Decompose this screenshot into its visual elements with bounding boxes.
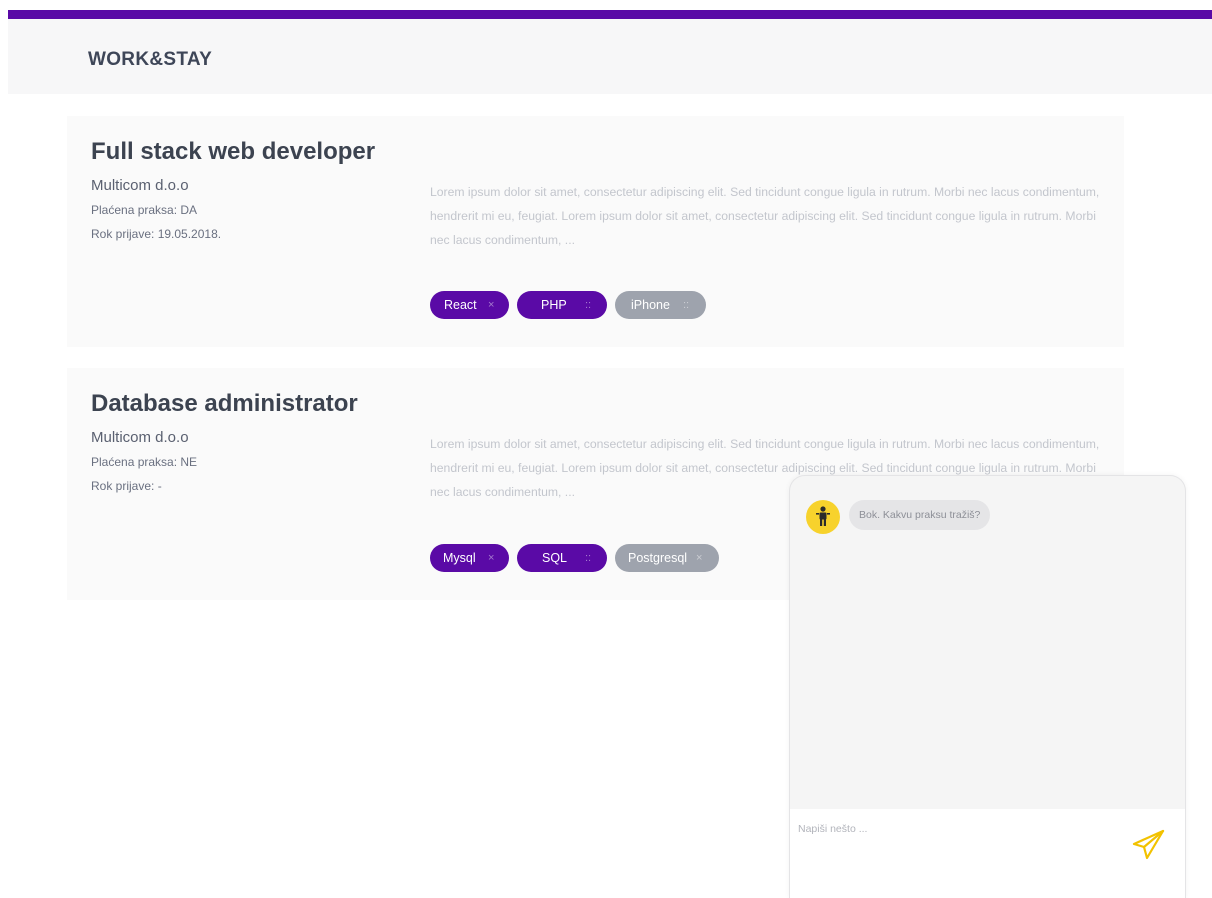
application-deadline: Rok prijave: - (91, 479, 162, 493)
job-title[interactable]: Full stack web developer (91, 138, 375, 166)
remove-tag-icon[interactable]: :: (585, 299, 591, 311)
bot-message: Bok. Kakvu praksu tražiš? (849, 500, 991, 530)
job-description: Lorem ipsum dolor sit amet, consectetur … (430, 185, 1100, 247)
company-name: Multicom d.o.o (91, 177, 189, 194)
tag-react[interactable]: React × (430, 291, 509, 319)
header: WORK&STAY (8, 19, 1212, 94)
tag-postgresql[interactable]: Postgresql × (615, 544, 719, 572)
tag-mysql[interactable]: Mysql × (430, 544, 509, 572)
remove-tag-icon[interactable]: × (488, 552, 494, 564)
tag-label: iPhone (631, 298, 670, 312)
tag-label: PHP (541, 298, 567, 312)
remove-tag-icon[interactable]: × (488, 299, 494, 311)
remove-tag-icon[interactable]: :: (585, 552, 591, 564)
tag-label: Postgresql (628, 551, 688, 565)
paid-internship: Plaćena praksa: NE (91, 455, 198, 469)
tag-list: Mysql × SQL :: Postgresql × (430, 544, 719, 572)
job-card[interactable]: Full stack web developer Multicom d.o.o … (67, 116, 1124, 347)
bot-avatar (806, 500, 840, 534)
tag-label: React (444, 298, 477, 312)
remove-tag-icon[interactable]: × (696, 552, 702, 564)
send-button[interactable] (1130, 827, 1170, 867)
remove-tag-icon[interactable]: :: (683, 299, 689, 311)
chat-message-input[interactable] (798, 819, 1118, 839)
tag-label: Mysql (443, 551, 476, 565)
chat-widget: Bok. Kakvu praksu tražiš? (789, 475, 1186, 898)
top-accent-bar (8, 10, 1212, 19)
job-title[interactable]: Database administrator (91, 390, 358, 418)
brand-logo[interactable]: WORK&STAY (88, 49, 212, 71)
paid-internship: Plaćena praksa: DA (91, 203, 198, 217)
paper-plane-icon (1132, 829, 1165, 860)
tag-sql[interactable]: SQL :: (517, 544, 607, 572)
application-deadline: Rok prijave: 19.05.2018. (91, 227, 222, 241)
person-icon (816, 506, 830, 526)
tag-iphone[interactable]: iPhone :: (615, 291, 706, 319)
tag-list: React × PHP :: iPhone :: (430, 291, 706, 319)
page: WORK&STAY Full stack web developer Multi… (8, 0, 1212, 898)
chat-input-area (790, 809, 1185, 898)
tag-php[interactable]: PHP :: (517, 291, 607, 319)
company-name: Multicom d.o.o (91, 429, 189, 446)
tag-label: SQL (542, 551, 568, 565)
